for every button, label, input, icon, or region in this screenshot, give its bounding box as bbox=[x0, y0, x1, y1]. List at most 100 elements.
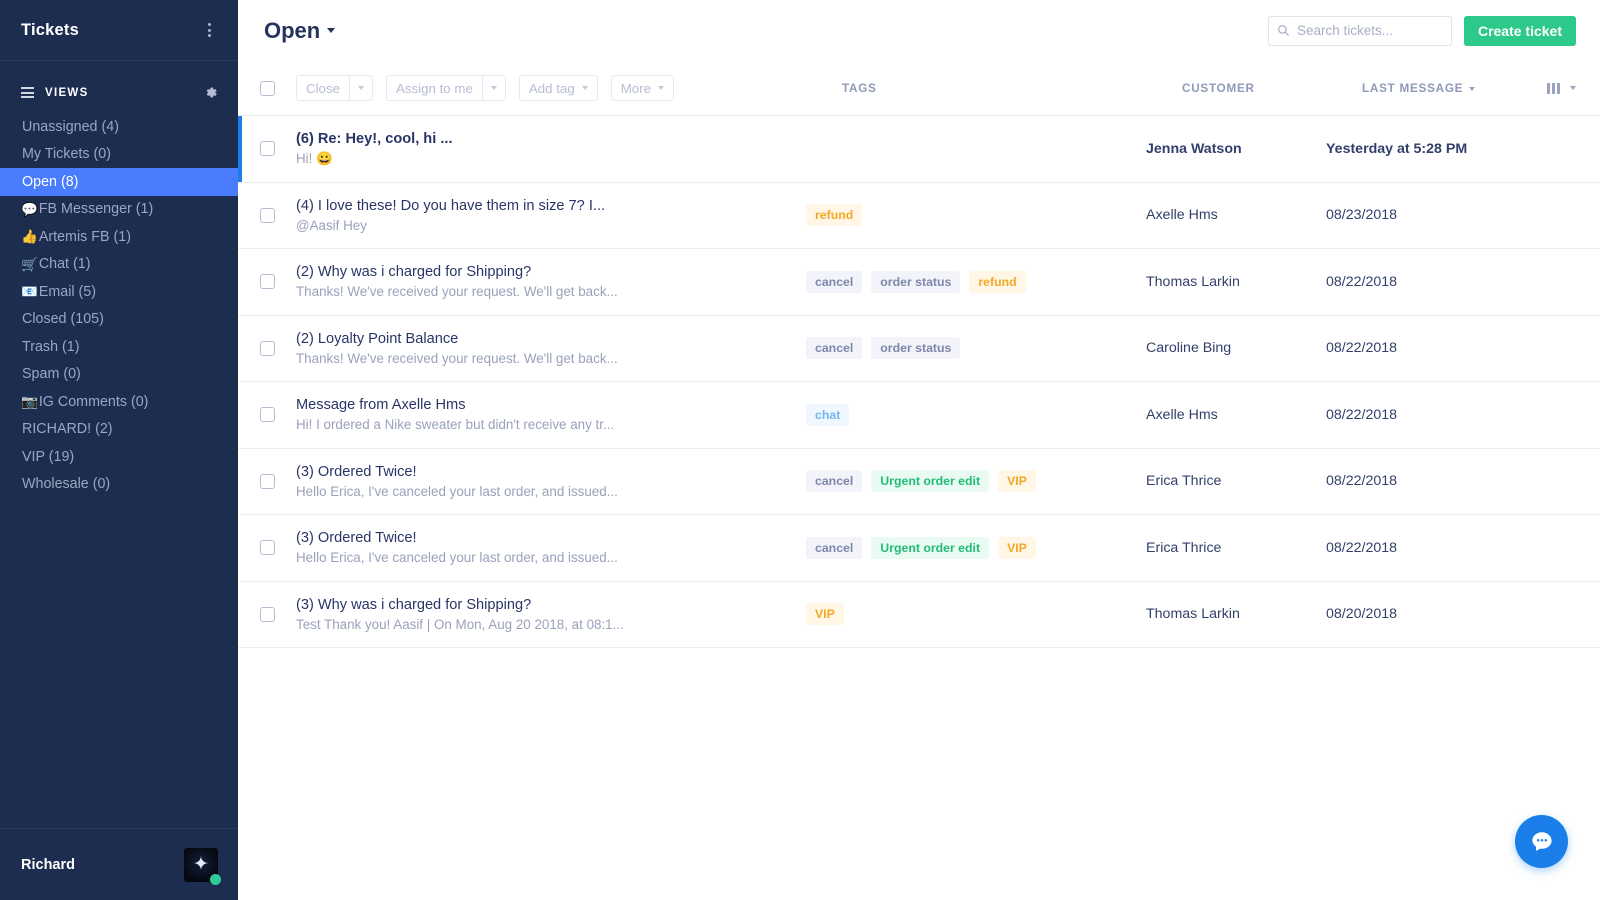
tag-chip[interactable]: VIP bbox=[806, 603, 844, 626]
row-checkbox[interactable] bbox=[259, 141, 275, 157]
sidebar-item-chat[interactable]: 🛒 Chat (1) bbox=[0, 251, 238, 279]
row-checkbox[interactable] bbox=[259, 407, 275, 423]
ticket-subject: (6) Re: Hey!, cool, hi ... bbox=[296, 130, 453, 147]
ticket-last-message-cell: 08/22/2018 bbox=[1326, 539, 1516, 557]
avatar[interactable]: ✦ bbox=[184, 847, 221, 885]
tag-chip[interactable]: Urgent order edit bbox=[871, 470, 990, 493]
ticket-tags: cancel Urgent order edit VIP bbox=[806, 470, 1146, 493]
sidebar-item-ig-comments[interactable]: 📷 IG Comments (0) bbox=[0, 388, 238, 416]
row-checkbox[interactable] bbox=[259, 274, 275, 290]
sidebar-item-vip[interactable]: VIP (19) bbox=[0, 443, 238, 471]
sidebar-item-label: Spam (0) bbox=[22, 366, 81, 383]
current-user-name: Richard bbox=[21, 856, 75, 873]
select-all-checkbox[interactable] bbox=[259, 80, 275, 96]
table-row[interactable]: (6) Re: Hey!, cool, hi ... Hi! 😀 Jenna W… bbox=[238, 116, 1600, 183]
tag-chip[interactable]: refund bbox=[969, 270, 1026, 293]
ticket-last-message-cell: 08/22/2018 bbox=[1326, 273, 1516, 291]
last-message-time: 08/23/2018 bbox=[1326, 207, 1398, 224]
customer-name: Caroline Bing bbox=[1146, 340, 1232, 357]
create-ticket-button[interactable]: Create ticket bbox=[1463, 15, 1576, 46]
kebab-menu-icon[interactable] bbox=[202, 19, 217, 41]
ticket-snippet: Hello Erica, I've canceled your last ord… bbox=[296, 550, 618, 566]
table-row[interactable]: (4) I love these! Do you have them in si… bbox=[238, 182, 1600, 249]
tag-chip[interactable]: cancel bbox=[806, 470, 863, 493]
sidebar-footer[interactable]: Richard ✦ bbox=[0, 828, 238, 900]
customer-name: Jenna Watson bbox=[1146, 140, 1242, 157]
table-row[interactable]: (3) Ordered Twice! Hello Erica, I've can… bbox=[238, 515, 1600, 582]
sidebar-item-wholesale[interactable]: Wholesale (0) bbox=[0, 471, 238, 499]
ticket-tags: VIP bbox=[806, 603, 1146, 626]
ticket-tags: refund bbox=[806, 204, 1146, 227]
ticket-snippet: Thanks! We've received your request. We'… bbox=[296, 350, 618, 366]
row-checkbox[interactable] bbox=[259, 473, 275, 489]
close-button-group: Close bbox=[296, 75, 373, 101]
tag-chip[interactable]: refund bbox=[806, 204, 863, 227]
columns-icon[interactable] bbox=[1546, 82, 1560, 94]
sidebar-item-unassigned[interactable]: Unassigned (4) bbox=[0, 113, 238, 141]
list-icon bbox=[21, 87, 34, 98]
chevron-down-icon[interactable] bbox=[1570, 86, 1576, 90]
row-select-cell bbox=[238, 141, 296, 157]
more-button[interactable]: More bbox=[610, 75, 675, 101]
view-selector[interactable]: Open bbox=[264, 17, 336, 44]
sidebar-item-email[interactable]: 📧 Email (5) bbox=[0, 278, 238, 306]
row-checkbox[interactable] bbox=[259, 540, 275, 556]
last-message-time: 08/22/2018 bbox=[1326, 539, 1398, 556]
row-checkbox[interactable] bbox=[259, 207, 275, 223]
sidebar: Tickets VIEWS Unassigned (4) My Tickets … bbox=[0, 0, 238, 900]
ticket-subject: (3) Ordered Twice! bbox=[296, 530, 417, 547]
sidebar-title: Tickets bbox=[21, 20, 79, 39]
sidebar-item-artemis-fb[interactable]: 👍 Artemis FB (1) bbox=[0, 223, 238, 251]
ticket-snippet: Hi! I ordered a Nike sweater but didn't … bbox=[296, 417, 615, 433]
tag-chip[interactable]: chat bbox=[806, 403, 850, 426]
ticket-summary: Message from Axelle Hms Hi! I ordered a … bbox=[296, 397, 806, 432]
sidebar-item-label: Wholesale (0) bbox=[22, 476, 111, 493]
close-button[interactable]: Close bbox=[296, 75, 349, 101]
sidebar-item-my-tickets[interactable]: My Tickets (0) bbox=[0, 141, 238, 169]
sidebar-item-richard[interactable]: RICHARD! (2) bbox=[0, 416, 238, 444]
sidebar-item-fb-messenger[interactable]: 💬 FB Messenger (1) bbox=[0, 196, 238, 224]
close-dropdown-button[interactable] bbox=[349, 75, 373, 101]
chat-widget-button[interactable] bbox=[1515, 815, 1568, 868]
table-row[interactable]: Message from Axelle Hms Hi! I ordered a … bbox=[238, 382, 1600, 449]
row-select-cell bbox=[238, 540, 296, 556]
page-title: Open bbox=[264, 17, 321, 43]
column-options bbox=[1516, 82, 1576, 94]
tag-chip[interactable]: cancel bbox=[806, 536, 863, 559]
table-row[interactable]: (2) Loyalty Point Balance Thanks! We've … bbox=[238, 315, 1600, 382]
sidebar-item-closed[interactable]: Closed (105) bbox=[0, 306, 238, 334]
column-label-last-message[interactable]: LAST MESSAGE bbox=[1362, 82, 1476, 95]
column-header-tags: TAGS bbox=[842, 79, 1182, 97]
tag-chip[interactable]: cancel bbox=[806, 337, 863, 360]
assign-to-me-button[interactable]: Assign to me bbox=[386, 75, 482, 101]
row-checkbox[interactable] bbox=[259, 606, 275, 622]
shopping-cart-icon: 🛒 bbox=[21, 256, 38, 272]
chevron-down-icon bbox=[327, 28, 336, 33]
column-header-last-message[interactable]: LAST MESSAGE bbox=[1362, 79, 1516, 97]
row-checkbox[interactable] bbox=[259, 340, 275, 356]
ticket-list: (6) Re: Hey!, cool, hi ... Hi! 😀 Jenna W… bbox=[238, 116, 1600, 648]
add-tag-button[interactable]: Add tag bbox=[518, 75, 598, 101]
sidebar-item-trash[interactable]: Trash (1) bbox=[0, 333, 238, 361]
speech-balloon-icon: 💬 bbox=[21, 201, 38, 217]
table-row[interactable]: (3) Ordered Twice! Hello Erica, I've can… bbox=[238, 448, 1600, 515]
sidebar-header: Tickets bbox=[0, 0, 238, 61]
search-box[interactable] bbox=[1267, 15, 1474, 46]
row-select-cell bbox=[238, 473, 296, 489]
chat-bubble-icon bbox=[1531, 831, 1552, 851]
assign-dropdown-button[interactable] bbox=[481, 75, 506, 101]
tag-chip[interactable]: cancel bbox=[806, 270, 863, 293]
ticket-subject: (3) Why was i charged for Shipping? bbox=[296, 596, 532, 613]
table-row[interactable]: (2) Why was i charged for Shipping? Than… bbox=[238, 249, 1600, 316]
search-input[interactable] bbox=[1296, 23, 1474, 38]
table-row[interactable]: (3) Why was i charged for Shipping? Test… bbox=[238, 581, 1600, 648]
tag-chip[interactable]: VIP bbox=[998, 470, 1036, 493]
gear-icon[interactable] bbox=[203, 85, 218, 100]
tag-chip[interactable]: order status bbox=[871, 270, 961, 293]
ticket-customer-cell: Jenna Watson bbox=[1146, 140, 1326, 158]
tag-chip[interactable]: VIP bbox=[998, 536, 1036, 559]
tag-chip[interactable]: Urgent order edit bbox=[871, 536, 990, 559]
sidebar-item-open[interactable]: Open (8) bbox=[0, 168, 238, 196]
tag-chip[interactable]: order status bbox=[871, 337, 961, 360]
sidebar-item-spam[interactable]: Spam (0) bbox=[0, 361, 238, 389]
